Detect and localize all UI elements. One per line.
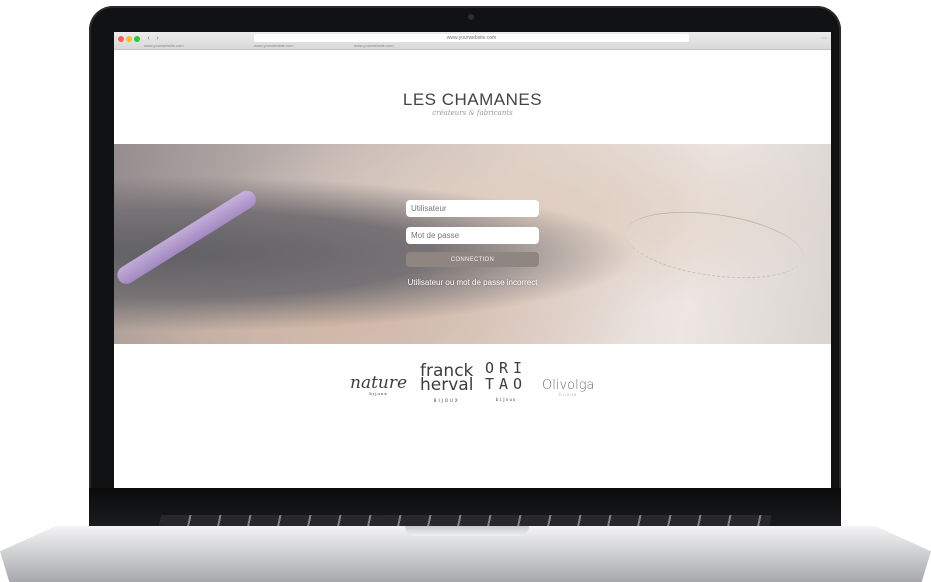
close-window-button[interactable] [118, 36, 124, 42]
logo-olivolga[interactable]: Olivolga bijoux [542, 378, 594, 397]
brand-tagline: créateurs & fabricants [432, 109, 513, 117]
screen: ‹ › www.yourwebsite.com ⋯ www.yourwebsit… [114, 32, 831, 488]
maximize-window-button[interactable] [134, 36, 140, 42]
brand-title: LES CHAMANES [402, 90, 543, 109]
minimize-window-button[interactable] [126, 36, 132, 42]
webcam [468, 14, 474, 20]
browser-tab[interactable]: www.yourwebsite.com [144, 43, 184, 49]
browser-menu-icon[interactable]: ⋯ [821, 35, 827, 42]
logo-franck-sub: BIJOUX [433, 398, 460, 403]
address-bar[interactable]: www.yourwebsite.com [254, 34, 689, 42]
browser-tab[interactable]: www.yourwebsite.com [254, 43, 294, 49]
login-button[interactable]: CONNECTION [406, 252, 539, 267]
logo-olivolga-name: Olivolga [542, 378, 595, 393]
logo-oritao-line1: ORI [485, 359, 528, 377]
logo-franck-herval[interactable]: franck herval BIJOUX [420, 363, 474, 408]
hero-overlay [114, 144, 831, 344]
username-input[interactable] [406, 200, 539, 217]
password-input[interactable] [406, 227, 539, 244]
forward-icon[interactable]: › [153, 35, 162, 43]
logo-oritao-sub: bijoux [495, 397, 517, 402]
logo-oritao-line2: TAO [485, 375, 528, 393]
back-icon[interactable]: ‹ [144, 35, 153, 43]
hero-banner: CONNECTION Utilisateur ou mot de passe i… [114, 144, 831, 344]
laptop-notch [405, 526, 529, 536]
logo-oritao[interactable]: ORI TAO bijoux [485, 360, 527, 408]
logo-franck-line2: herval [420, 375, 474, 395]
browser-tab[interactable]: www.yourwebsite.com [354, 43, 394, 49]
logo-nature-name: nature [350, 373, 408, 393]
browser-toolbar: ‹ › www.yourwebsite.com ⋯ www.yourwebsit… [114, 32, 831, 50]
login-error-message: Utilisateur ou mot de passe incorrect [407, 278, 538, 287]
logo-nature[interactable]: nature bijoux [350, 373, 407, 396]
partner-logos: nature bijoux franck herval BIJOUX ORI T… [114, 359, 831, 419]
